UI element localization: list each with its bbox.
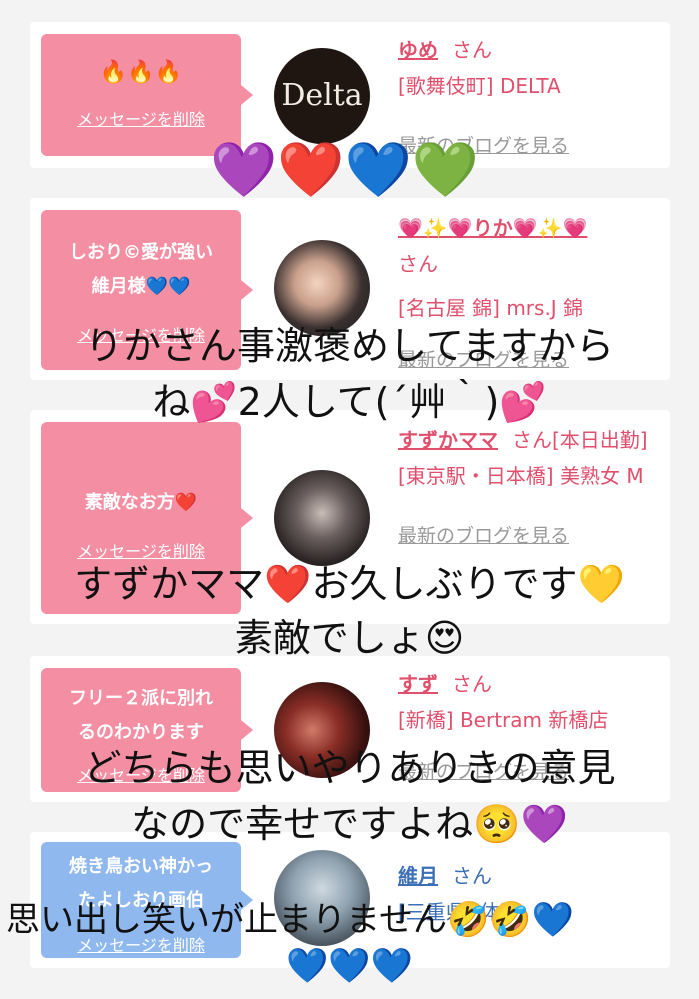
overlay-caption-1: りかさん事激褒めしてますから — [85, 324, 614, 368]
avatar[interactable]: Delta — [274, 48, 370, 144]
message-text: 🔥🔥🔥 — [99, 60, 183, 85]
honorific: さん — [452, 672, 492, 696]
overlay-caption-6: なので幸せですよね🥺💜 — [131, 802, 568, 846]
honorific: さん[本日出勤] — [512, 428, 648, 452]
shop-name: [東京駅・日本橋] 美熟女 M — [398, 464, 644, 488]
message-text-line1: しおり©愛が強い — [69, 242, 213, 263]
overlay-caption-2: ね💕2人して(´艸｀)💕 — [152, 380, 547, 424]
latest-blog-link[interactable]: 最新のブログを見る — [398, 518, 660, 554]
message-text: 素敵なお方❤️ — [84, 492, 198, 513]
shop-name: [名古屋 錦] mrs.J 錦 — [398, 296, 584, 320]
honorific: さん — [398, 252, 438, 276]
profile-name-link[interactable]: 💗✨💗りか💗✨💗 — [398, 216, 587, 240]
shop-name: [歌舞伎町] DELTA — [398, 74, 561, 98]
avatar-logo-text: Delta — [281, 78, 363, 113]
overlay-caption-8: 💙💙💙 — [285, 946, 413, 986]
profile-name-link[interactable]: すずかママ — [398, 428, 498, 452]
honorific: さん — [452, 38, 492, 62]
avatar[interactable] — [274, 470, 370, 566]
overlay-caption-4: 素敵でしょ😍 — [234, 616, 465, 660]
message-text-line1: 焼き鳥おい神かっ — [69, 856, 213, 877]
message-text-line1: フリー２派に別れ — [69, 688, 213, 709]
overlay-caption-3: すずかママ❤️お久しぶりです💛 — [74, 562, 625, 606]
profile-info: すずかママ さん[本日出勤] [東京駅・日本橋] 美熟女 M 最新のブログを見る — [398, 422, 660, 554]
overlay-caption-5: どちらも思いやりありきの意見 — [83, 746, 616, 790]
profile-name-link[interactable]: 維月 — [398, 864, 438, 888]
delete-message-link[interactable]: メッセージを削除 — [41, 538, 241, 562]
overlay-caption-7: 思い出し笑いが止まりません🤣🤣💙 — [6, 900, 574, 940]
profile-name-link[interactable]: すず — [398, 672, 438, 696]
honorific: さん — [452, 864, 492, 888]
shop-name: [新橋] Bertram 新橋店 — [398, 708, 609, 732]
message-text-line2: 維月様💙💙 — [91, 276, 191, 297]
profile-name-link[interactable]: ゆめ — [398, 38, 438, 62]
overlay-hearts: 💜❤️💙💚 — [210, 138, 479, 201]
delete-message-link[interactable]: メッセージを削除 — [41, 106, 241, 130]
